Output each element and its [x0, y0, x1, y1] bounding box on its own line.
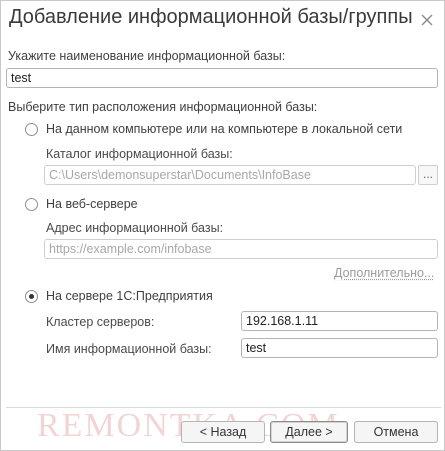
radio-selected-dot: [29, 294, 34, 299]
address-label: Адрес информационной базы:: [46, 221, 224, 235]
dialog-window: Добавление информационной базы/группы Ук…: [0, 0, 445, 451]
radio-web[interactable]: [25, 198, 38, 211]
radio-server[interactable]: [25, 290, 38, 303]
cluster-label: Кластер серверов:: [46, 315, 155, 329]
more-link[interactable]: Дополнительно...: [334, 266, 434, 280]
browse-button[interactable]: ...: [418, 165, 438, 185]
back-button[interactable]: < Назад: [181, 421, 265, 443]
location-type-label: Выберите тип расположения информационной…: [8, 100, 318, 114]
next-button[interactable]: Далее >: [270, 421, 348, 443]
address-input[interactable]: https://example.com/infobase: [44, 239, 438, 259]
catalog-input[interactable]: C:\Users\demonsuperstar\Documents\InfoBa…: [44, 165, 416, 185]
name-label: Укажите наименование информационной базы…: [8, 49, 286, 63]
catalog-label: Каталог информационной базы:: [46, 147, 233, 161]
radio-web-label[interactable]: На веб-сервере: [46, 197, 138, 211]
db-name-input[interactable]: test: [241, 338, 438, 358]
cancel-button[interactable]: Отмена: [354, 421, 438, 443]
dialog-title: Добавление информационной базы/группы: [9, 6, 413, 28]
radio-local[interactable]: [25, 123, 38, 136]
cluster-input[interactable]: 192.168.1.11: [241, 311, 438, 331]
name-input[interactable]: test: [6, 68, 438, 88]
db-name-label: Имя информационной базы:: [46, 342, 212, 356]
radio-server-label[interactable]: На сервере 1С:Предприятия: [46, 289, 213, 303]
radio-local-label[interactable]: На данном компьютере или на компьютере в…: [46, 122, 402, 136]
close-icon[interactable]: [418, 11, 436, 29]
footer-divider: [6, 407, 441, 408]
